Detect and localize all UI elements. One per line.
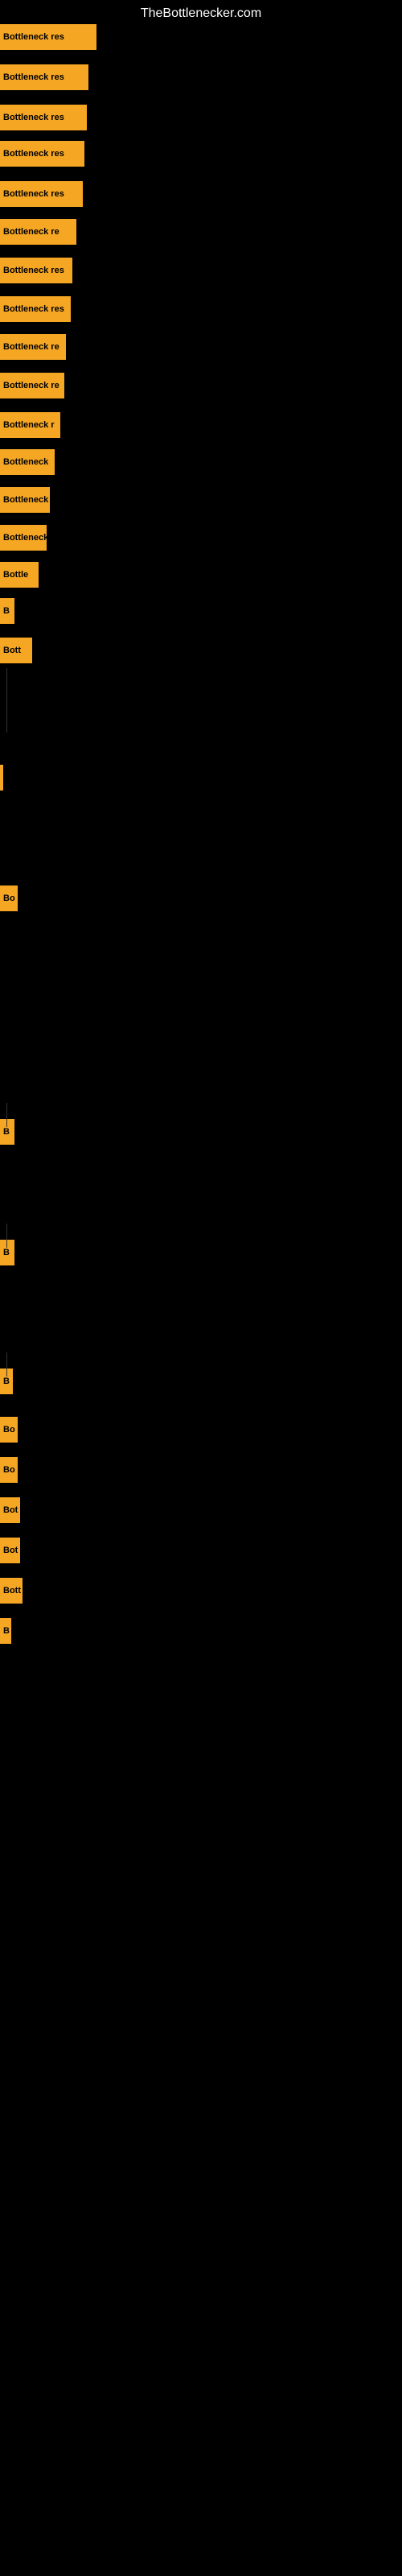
bar-label: Bottleneck r [3, 420, 55, 430]
vertical-line-4 [6, 1352, 7, 1377]
bar-label: Bottleneck res [3, 266, 64, 275]
bottleneck-bar-8: Bottleneck res [0, 296, 71, 322]
bottleneck-bar-26: Bot [0, 1538, 20, 1563]
bottleneck-bar-13: Bottleneck r [0, 487, 50, 513]
bar-label: Bottleneck res [3, 304, 64, 314]
bottleneck-bar-28: B [0, 1618, 11, 1644]
bar-label: Bottleneck re [3, 227, 59, 237]
bar-label: Bottleneck r [3, 495, 50, 505]
bottleneck-bar-2: Bottleneck res [0, 64, 88, 90]
bar-label: B [3, 1248, 10, 1257]
bar-label: Bottleneck [3, 533, 47, 543]
bottleneck-bar-14: Bottleneck [0, 525, 47, 551]
bar-label: B [3, 1626, 10, 1636]
bar-label: B [3, 1127, 10, 1137]
vertical-line-3 [6, 1224, 7, 1248]
bar-label: Bottleneck res [3, 32, 64, 42]
bottleneck-bar-6: Bottleneck re [0, 219, 76, 245]
bottleneck-bar-9: Bottleneck re [0, 334, 66, 360]
vertical-line-2 [6, 1103, 7, 1127]
bottleneck-bar-27: Bott [0, 1578, 23, 1604]
bar-label: Bott [3, 1586, 21, 1596]
bottleneck-bar-19: Bo [0, 886, 18, 911]
bottleneck-bar-18 [0, 765, 3, 791]
bottleneck-bar-16: B [0, 598, 14, 624]
bottleneck-bar-21: B [0, 1240, 14, 1265]
bottleneck-bar-12: Bottleneck [0, 449, 55, 475]
bottleneck-bar-3: Bottleneck res [0, 105, 87, 130]
bottleneck-bar-15: Bottle [0, 562, 39, 588]
bar-label: B [3, 606, 10, 616]
bar-label: Bot [3, 1505, 18, 1515]
bar-label: Bo [3, 1425, 15, 1435]
bottleneck-bar-5: Bottleneck res [0, 181, 83, 207]
bar-label: B [3, 1377, 10, 1386]
bottleneck-bar-20: B [0, 1119, 14, 1145]
bar-label: Bottleneck re [3, 342, 59, 352]
bottleneck-bar-25: Bot [0, 1497, 20, 1523]
bottleneck-bar-23: Bo [0, 1417, 18, 1443]
bottleneck-bar-1: Bottleneck res [0, 24, 96, 50]
bar-label: Bottleneck [3, 457, 48, 467]
site-title: TheBottlenecker.com [0, 0, 402, 27]
bar-label: Bottleneck res [3, 113, 64, 122]
bar-label: Bottleneck re [3, 381, 59, 390]
bar-label: Bo [3, 1465, 15, 1475]
bottleneck-bar-4: Bottleneck res [0, 141, 84, 167]
bottleneck-bar-7: Bottleneck res [0, 258, 72, 283]
bar-label: Bottleneck res [3, 189, 64, 199]
bar-label: Bottleneck res [3, 149, 64, 159]
bottleneck-bar-10: Bottleneck re [0, 373, 64, 398]
bar-label: Bo [3, 894, 15, 903]
bar-label: Bottleneck res [3, 72, 64, 82]
bottleneck-bar-17: Bott [0, 638, 32, 663]
vertical-line-1 [6, 668, 7, 733]
bar-label: Bott [3, 646, 21, 655]
bottleneck-bar-24: Bo [0, 1457, 18, 1483]
bar-label: Bot [3, 1546, 18, 1555]
bar-label: Bottle [3, 570, 28, 580]
bottleneck-bar-11: Bottleneck r [0, 412, 60, 438]
